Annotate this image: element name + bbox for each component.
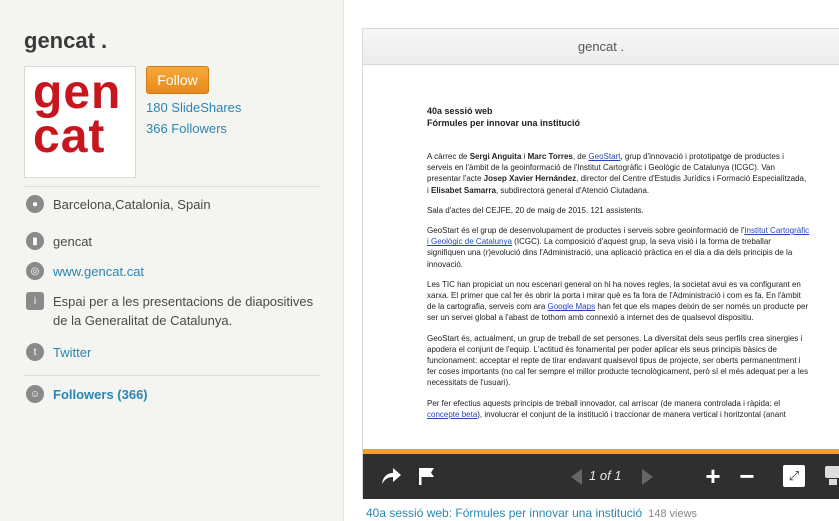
building-icon: ▮ (26, 232, 44, 250)
doc-paragraph-1: A càrrec de Sergi Anguita i Marc Torres,… (427, 152, 807, 195)
logo-line-1: gen (33, 66, 122, 119)
description-text: Espai per a les presentacions de diaposi… (53, 294, 314, 328)
profile-name[interactable]: gencat . (24, 28, 107, 54)
zoom-out-icon[interactable]: − (735, 461, 759, 491)
organization-row: ▮ gencat (26, 232, 92, 251)
website-row: ◎ www.gencat.cat (26, 262, 144, 281)
profile-logo[interactable]: gen cat (24, 66, 136, 178)
doc-heading-2: Fórmules per innovar una institució (427, 118, 581, 128)
divider (24, 375, 320, 376)
divider (24, 186, 320, 187)
viewer-toolbar: 1 of 1 + − ⤢ (363, 454, 839, 499)
followers-count-link[interactable]: 366 Followers (146, 121, 227, 136)
description-row: i Espai per a les presentacions de diapo… (26, 292, 326, 330)
slide-viewer: gencat . 40a sessió web Fórmules per inn… (362, 28, 839, 499)
organization-text: gencat (53, 234, 93, 249)
follow-button[interactable]: Follow (146, 66, 209, 94)
slideshow-title-link[interactable]: 40a sessió web: Fórmules per innovar una… (366, 506, 642, 520)
followers-link[interactable]: Followers (366) (53, 385, 148, 404)
doc-paragraph-4: Les TIC han propiciat un nou escenari ge… (427, 279, 809, 323)
logo-line-2: cat (33, 110, 106, 163)
profile-sidebar: gencat . gen cat Follow 180 SlideShares … (0, 0, 344, 521)
document-page: 40a sessió web Fórmules per innovar una … (363, 65, 839, 453)
website-link[interactable]: www.gencat.cat (53, 262, 144, 281)
doc-paragraph-6: Per fer efectius aquests principis de tr… (427, 398, 786, 419)
slideshow-caption: 40a sessió web: Fórmules per innovar una… (366, 506, 697, 520)
location-text: Barcelona,Catalonia, Spain (53, 197, 211, 212)
globe-icon: ◎ (26, 262, 44, 280)
logo-wordmark: gen cat (33, 66, 129, 163)
twitter-row: t Twitter (26, 343, 91, 362)
slideshares-link[interactable]: 180 SlideShares (146, 100, 241, 115)
fullscreen-icon[interactable]: ⤢ (783, 465, 805, 487)
twitter-icon: t (26, 343, 44, 361)
doc-heading-1: 40a sessió web (427, 106, 493, 116)
concepte-beta-link[interactable]: concepte beta (427, 410, 477, 419)
followers-row: ☺ Followers (366) (26, 385, 148, 404)
geostart-link[interactable]: GeoStart (588, 152, 620, 161)
view-count: 148 views (648, 508, 698, 520)
doc-paragraph-5: GeoStart és, actualment, un grup de treb… (427, 333, 809, 388)
twitter-link[interactable]: Twitter (53, 343, 91, 362)
doc-paragraph-2: Sala d'actes del CEJFE, 20 de maig de 20… (427, 205, 644, 215)
more-options-icon[interactable] (821, 464, 839, 488)
flag-icon[interactable] (415, 464, 439, 488)
info-icon: i (26, 292, 44, 310)
page-indicator: 1 of 1 (589, 468, 622, 483)
doc-paragraph-3: GeoStart és el grup de desenvolupament d… (427, 226, 810, 269)
next-slide-button[interactable] (642, 469, 653, 485)
location-icon: ● (26, 195, 44, 213)
previous-slide-button[interactable] (571, 469, 582, 485)
google-maps-link[interactable]: Google Maps (548, 302, 596, 311)
location-row: ● Barcelona,Catalonia, Spain (26, 195, 211, 214)
zoom-in-icon[interactable]: + (701, 461, 725, 491)
viewer-title: gencat . (363, 29, 839, 65)
share-icon[interactable] (379, 464, 403, 488)
followers-icon: ☺ (26, 385, 44, 403)
